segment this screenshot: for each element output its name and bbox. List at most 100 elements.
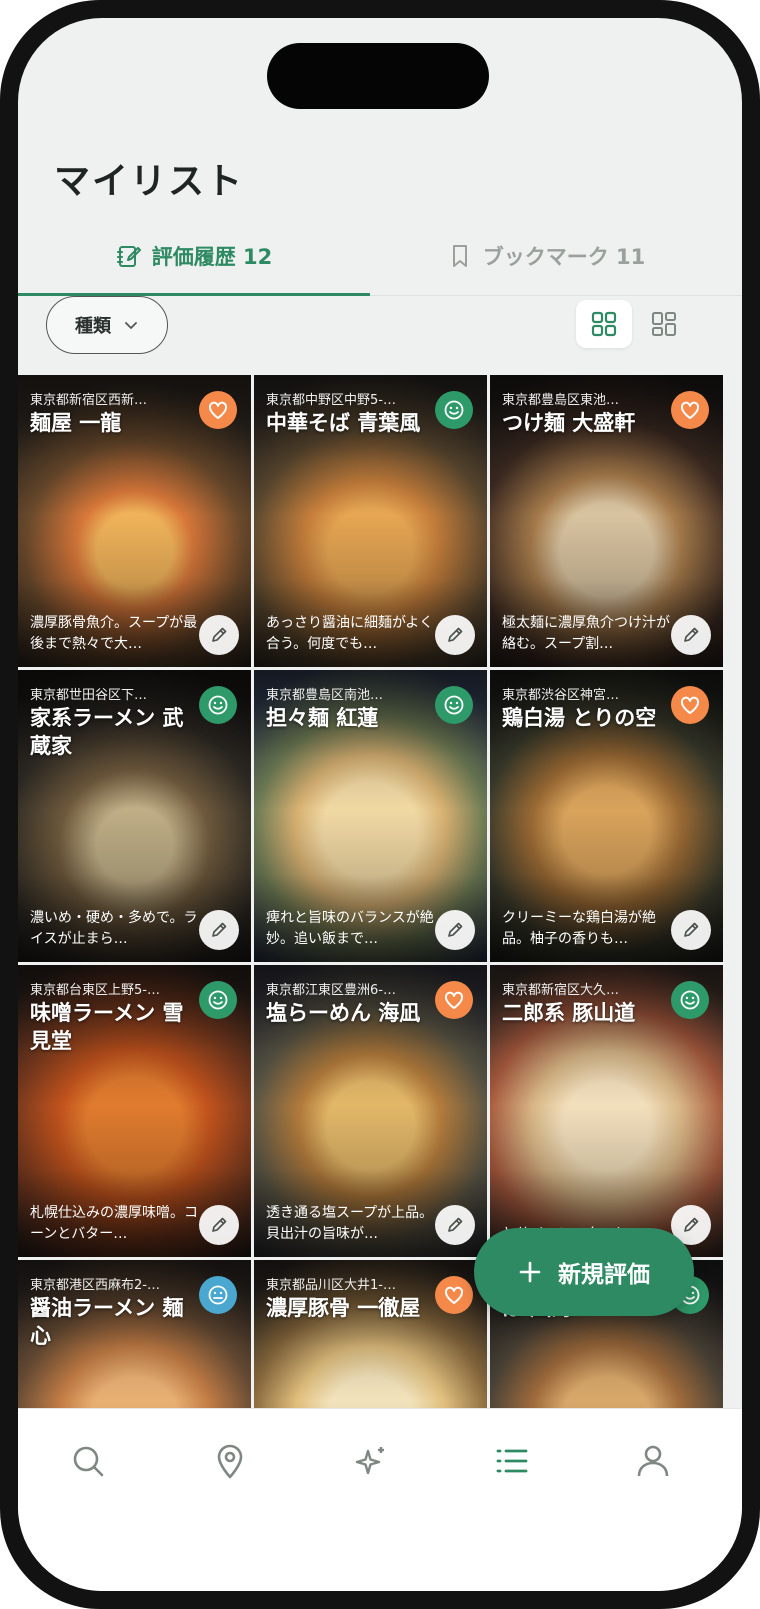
rating-badge — [435, 686, 473, 724]
heart-icon — [680, 401, 700, 419]
review-card[interactable]: 東京都豊島区東池… つけ麺 大盛軒極太麺に濃厚魚介つけ汁が絡む。スープ割… — [490, 375, 723, 667]
card-location: 東京都渋谷区神宮… — [502, 688, 620, 703]
card-comment: 札幌仕込みの濃厚味噌。コーンとバター… — [30, 1205, 198, 1242]
mosaic-view-icon — [652, 312, 676, 336]
pencil-icon — [448, 922, 463, 937]
card-location: 東京都世田谷区下… — [30, 688, 148, 703]
map-pin-icon — [217, 1444, 243, 1479]
neutral-face-icon — [208, 1285, 228, 1305]
pencil-icon — [212, 627, 227, 642]
nav-my-list[interactable] — [482, 1431, 542, 1491]
card-location: 東京都港区西麻布2-… — [30, 1278, 160, 1293]
review-card[interactable]: 東京都新宿区西新… 麺屋 一龍濃厚豚骨魚介。スープが最後まで熱々で大… — [18, 375, 251, 667]
card-location: 東京都品川区大井1-… — [266, 1278, 396, 1293]
review-card[interactable]: 東京都中野区中野5-… 中華そば 青葉風 あっさり醤油に細麺がよく合う。何度でも… — [254, 375, 487, 667]
card-shop-name: 家系ラーメン 武蔵家 — [30, 706, 184, 758]
page-title: マイリスト — [54, 161, 245, 202]
tab-ratings-history[interactable]: 評価履歴 12 — [18, 216, 370, 296]
smile-icon — [680, 990, 700, 1010]
rating-badge — [435, 391, 473, 429]
review-card[interactable]: 東京都渋谷区神宮… 鶏白湯 とりの空 クリーミーな鶏白湯が絶品。柚子の香りも… — [490, 670, 723, 962]
app-screen: マイリスト 評価履歴 12 ブックマーク 11 種類 東京都新宿区西新… 麺屋 … — [18, 18, 742, 1591]
tab-bar: 評価履歴 12 ブックマーク 11 — [18, 216, 742, 296]
smile-icon — [208, 695, 228, 715]
card-location: 東京都台東区上野5-… — [30, 983, 160, 998]
card-shop-name: 鶏白湯 とりの空 — [502, 706, 657, 730]
rating-badge — [671, 391, 709, 429]
card-location: 東京都新宿区大久… — [502, 983, 620, 998]
card-location: 東京都江東区豊洲6-… — [266, 983, 396, 998]
edit-review-button[interactable] — [435, 1205, 475, 1245]
rating-badge — [671, 981, 709, 1019]
pencil-icon — [684, 1217, 699, 1232]
nav-discover[interactable] — [341, 1431, 401, 1491]
rating-badge — [435, 1276, 473, 1314]
review-card[interactable]: 東京都港区西麻布2-… 醤油ラーメン 麺心 — [18, 1260, 251, 1408]
tab-bookmarks-label: ブックマーク 11 — [482, 245, 646, 269]
grid-view-icon — [591, 311, 617, 337]
pencil-icon — [212, 1217, 227, 1232]
card-comment: 極太麺に濃厚魚介つけ汁が絡む。スープ割… — [502, 615, 670, 652]
bottom-nav — [18, 1408, 742, 1591]
smile-icon — [208, 990, 228, 1010]
type-filter-label: 種類 — [75, 316, 111, 337]
edit-review-button[interactable] — [671, 910, 711, 950]
review-card[interactable]: 東京都江東区豊洲6-… 塩らーめん 海凪 透き通る塩スープが上品。貝出汁の旨味が… — [254, 965, 487, 1257]
card-comment: 痺れと旨味のバランスが絶妙。追い飯まで… — [266, 910, 434, 947]
rating-badge — [671, 686, 709, 724]
rating-badge — [435, 981, 473, 1019]
rating-badge — [199, 686, 237, 724]
pencil-icon — [448, 627, 463, 642]
new-review-button[interactable]: 新規評価 — [474, 1228, 694, 1316]
edit-review-button[interactable] — [199, 615, 239, 655]
review-card[interactable]: 東京都豊島区南池… 担々麺 紅蓮 痺れと旨味のバランスが絶妙。追い飯まで… — [254, 670, 487, 962]
edit-review-button[interactable] — [435, 910, 475, 950]
card-comment: あっさり醤油に細麺がよく合う。何度でも… — [266, 615, 434, 652]
heart-icon — [444, 991, 464, 1009]
card-shop-name: 味噌ラーメン 雪見堂 — [30, 1001, 184, 1053]
pencil-icon — [212, 922, 227, 937]
dynamic-island — [267, 43, 489, 109]
card-location: 東京都新宿区西新… — [30, 393, 148, 408]
edit-review-button[interactable] — [435, 615, 475, 655]
review-card[interactable]: 東京都品川区大井1-… 濃厚豚骨 一徹屋 — [254, 1260, 487, 1408]
heart-icon — [680, 696, 700, 714]
bookmark-icon — [447, 243, 473, 269]
sparkle-icon — [355, 1447, 384, 1475]
plus-icon — [519, 1261, 541, 1283]
card-shop-name: 中華そば 青葉風 — [266, 411, 421, 435]
card-location: 東京都豊島区南池… — [266, 688, 384, 703]
review-card[interactable]: 東京都世田谷区下… 家系ラーメン 武蔵家 濃いめ・硬め・多めで。ライスが止まら… — [18, 670, 251, 962]
tab-bookmarks[interactable]: ブックマーク 11 — [370, 216, 722, 296]
type-filter-button[interactable]: 種類 — [46, 296, 168, 354]
new-review-label: 新規評価 — [558, 1262, 650, 1288]
card-location: 東京都豊島区東池… — [502, 393, 620, 408]
heart-icon — [444, 1286, 464, 1304]
rating-badge — [199, 981, 237, 1019]
edit-review-button[interactable] — [199, 910, 239, 950]
grid-view-button[interactable] — [576, 300, 632, 348]
card-shop-name: 濃厚豚骨 一徹屋 — [266, 1296, 421, 1320]
rating-badge — [199, 1276, 237, 1314]
pencil-icon — [448, 1217, 463, 1232]
review-card[interactable]: 東京都新宿区大久…二郎系 豚山道ヤサイニンニクマシ… — [490, 965, 723, 1257]
card-comment: 濃厚豚骨魚介。スープが最後まで熱々で大… — [30, 615, 198, 652]
phone-frame: マイリスト 評価履歴 12 ブックマーク 11 種類 東京都新宿区西新… 麺屋 … — [0, 0, 760, 1609]
card-shop-name: 麺屋 一龍 — [30, 411, 122, 435]
card-shop-name: つけ麺 大盛軒 — [502, 411, 636, 435]
review-card[interactable]: 東京都台東区上野5-… 味噌ラーメン 雪見堂札幌仕込みの濃厚味噌。コーンとバター… — [18, 965, 251, 1257]
nav-search[interactable] — [58, 1431, 118, 1491]
rating-badge — [199, 391, 237, 429]
profile-icon — [637, 1445, 669, 1477]
card-shop-name: 二郎系 豚山道 — [502, 1001, 636, 1025]
mosaic-view-button[interactable] — [636, 300, 692, 348]
nav-map[interactable] — [200, 1431, 260, 1491]
pencil-icon — [684, 627, 699, 642]
card-shop-name: 醤油ラーメン 麺心 — [30, 1296, 184, 1348]
chevron-down-icon — [125, 322, 137, 329]
nav-profile[interactable] — [623, 1431, 683, 1491]
edit-review-button[interactable] — [199, 1205, 239, 1245]
edit-review-button[interactable] — [671, 615, 711, 655]
card-shop-name: 塩らーめん 海凪 — [266, 1001, 421, 1025]
heart-icon — [208, 401, 228, 419]
